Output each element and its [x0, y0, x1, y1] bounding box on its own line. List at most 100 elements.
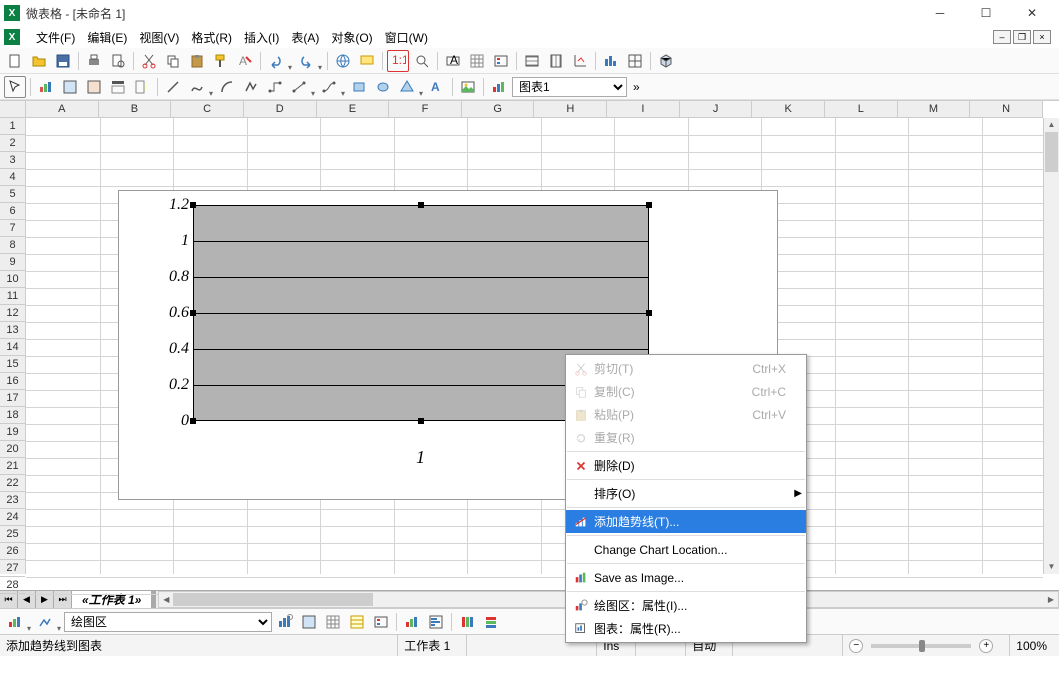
chart-wall-button[interactable] [83, 76, 105, 98]
row-headers[interactable]: 1234567891011121314151617181920212223242… [0, 118, 26, 574]
zoom-in-button[interactable]: + [979, 639, 993, 653]
row-header-18[interactable]: 18 [0, 407, 25, 424]
menu-edit[interactable]: 编辑(E) [81, 27, 133, 48]
scroll-down-arrow[interactable]: ▼ [1044, 560, 1059, 574]
bt-rows[interactable] [480, 611, 502, 633]
ctx-change-location[interactable]: Change Chart Location... [566, 538, 806, 561]
save-button[interactable] [52, 50, 74, 72]
ctx-chart-props[interactable]: 图表：属性(R)... [566, 617, 806, 640]
3d-button[interactable] [655, 50, 677, 72]
row-header-13[interactable]: 13 [0, 322, 25, 339]
mdi-restore[interactable]: ❐ [1013, 30, 1031, 44]
col-header-G[interactable]: G [462, 101, 535, 117]
col-header-J[interactable]: J [680, 101, 753, 117]
format-paint-button[interactable] [210, 50, 232, 72]
horiz-grid-button[interactable] [521, 50, 543, 72]
row-header-12[interactable]: 12 [0, 305, 25, 322]
row-header-15[interactable]: 15 [0, 356, 25, 373]
col-header-N[interactable]: N [970, 101, 1043, 117]
row-header-21[interactable]: 21 [0, 458, 25, 475]
data-range-button[interactable] [600, 50, 622, 72]
ctx-sort[interactable]: 排序(O) ▶ [566, 482, 806, 505]
shapes-button[interactable] [396, 76, 418, 98]
col-header-F[interactable]: F [389, 101, 462, 117]
grid-button[interactable] [466, 50, 488, 72]
chart-area-button[interactable] [59, 76, 81, 98]
row-header-23[interactable]: 23 [0, 492, 25, 509]
paste-button[interactable] [186, 50, 208, 72]
row-header-25[interactable]: 25 [0, 526, 25, 543]
image-button[interactable] [457, 76, 479, 98]
ctx-add-trendline[interactable]: 添加趋势线(T)... [566, 510, 806, 533]
row-header-28[interactable]: 28 [0, 577, 25, 594]
row-header-14[interactable]: 14 [0, 339, 25, 356]
row-header-16[interactable]: 16 [0, 373, 25, 390]
chart-title-button[interactable] [107, 76, 129, 98]
print-button[interactable] [83, 50, 105, 72]
col-header-B[interactable]: B [99, 101, 172, 117]
row-header-8[interactable]: 8 [0, 237, 25, 254]
chart-type-button[interactable] [35, 76, 57, 98]
rect-button[interactable] [348, 76, 370, 98]
print-preview-button[interactable] [107, 50, 129, 72]
minimize-button[interactable]: ─ [917, 0, 963, 26]
bt-chart2[interactable] [298, 611, 320, 633]
bt-bar[interactable] [401, 611, 423, 633]
bt-table[interactable] [346, 611, 368, 633]
col-header-I[interactable]: I [607, 101, 680, 117]
row-header-22[interactable]: 22 [0, 475, 25, 492]
hscroll-left[interactable]: ◀ [159, 595, 173, 604]
row-header-7[interactable]: 7 [0, 220, 25, 237]
ctx-plot-props[interactable]: 绘图区：属性(I)... [566, 594, 806, 617]
row-header-17[interactable]: 17 [0, 390, 25, 407]
select-all-corner[interactable] [0, 101, 26, 118]
mdi-minimize[interactable]: ‒ [993, 30, 1011, 44]
select-button[interactable] [4, 76, 26, 98]
redo-button[interactable] [295, 50, 317, 72]
connector3-button[interactable] [318, 76, 340, 98]
textbox-button[interactable]: A [442, 50, 464, 72]
chart-element-select[interactable]: 图表1 [512, 77, 627, 97]
col-header-D[interactable]: D [244, 101, 317, 117]
menu-sheet[interactable]: 表(A) [285, 27, 325, 48]
curve-button[interactable] [186, 76, 208, 98]
row-header-11[interactable]: 11 [0, 288, 25, 305]
row-header-3[interactable]: 3 [0, 152, 25, 169]
zoom-out-button[interactable]: − [849, 639, 863, 653]
toolbar-more[interactable]: » [629, 80, 644, 94]
spreadsheet-grid[interactable]: ABCDEFGHIJKLMN 1234567891011121314151617… [0, 100, 1059, 590]
hscroll-thumb[interactable] [173, 593, 373, 606]
new-button[interactable] [4, 50, 26, 72]
axes-button[interactable] [569, 50, 591, 72]
chart-legend-button[interactable] [131, 76, 153, 98]
menu-window[interactable]: 窗口(W) [379, 27, 434, 48]
ctx-save-image[interactable]: Save as Image... [566, 566, 806, 589]
maximize-button[interactable]: ☐ [963, 0, 1009, 26]
hscroll-right[interactable]: ▶ [1044, 595, 1058, 604]
freeform-button[interactable] [240, 76, 262, 98]
bt-cols[interactable] [456, 611, 478, 633]
col-header-E[interactable]: E [317, 101, 390, 117]
column-headers[interactable]: ABCDEFGHIJKLMN [26, 101, 1043, 118]
zoom-button[interactable] [411, 50, 433, 72]
connector-button[interactable] [264, 76, 286, 98]
row-header-5[interactable]: 5 [0, 186, 25, 203]
scroll-up-arrow[interactable]: ▲ [1044, 118, 1059, 132]
col-header-C[interactable]: C [171, 101, 244, 117]
connector2-button[interactable] [288, 76, 310, 98]
row-header-1[interactable]: 1 [0, 118, 25, 135]
col-header-K[interactable]: K [752, 101, 825, 117]
row-header-27[interactable]: 27 [0, 560, 25, 577]
cut-button[interactable] [138, 50, 160, 72]
row-header-10[interactable]: 10 [0, 271, 25, 288]
arc-button[interactable] [216, 76, 238, 98]
clear-format-button[interactable]: A [234, 50, 256, 72]
row-header-4[interactable]: 4 [0, 169, 25, 186]
zoom-slider[interactable] [871, 644, 971, 648]
bt-legend[interactable] [370, 611, 392, 633]
vert-grid-button[interactable] [545, 50, 567, 72]
ellipse-button[interactable] [372, 76, 394, 98]
col-header-H[interactable]: H [534, 101, 607, 117]
vertical-scrollbar[interactable]: ▲ ▼ [1043, 118, 1059, 574]
undo-button[interactable] [265, 50, 287, 72]
